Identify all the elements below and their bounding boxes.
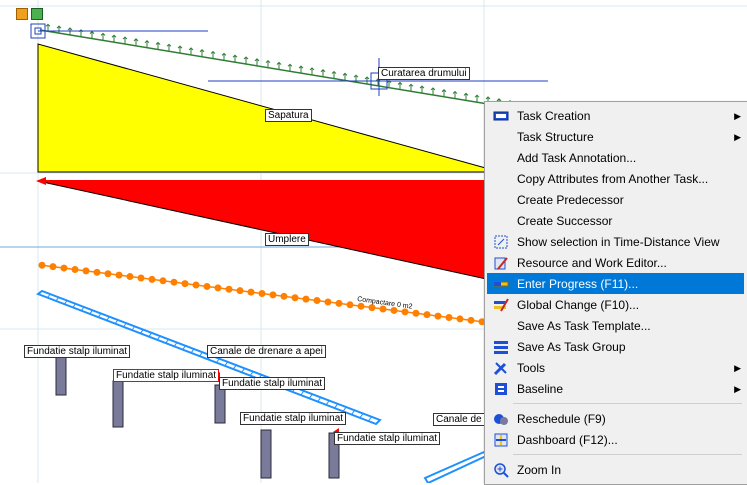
- label-sapatura: Sapatura: [265, 109, 312, 122]
- submenu-arrow-icon: ▶: [734, 132, 741, 142]
- menu-item-create-successor[interactable]: Create Successor: [487, 210, 744, 231]
- menu-item-create-predecessor[interactable]: Create Predecessor: [487, 189, 744, 210]
- menu-item-enter-progress[interactable]: Enter Progress (F11)...: [487, 273, 744, 294]
- task-canale-shape-2[interactable]: [423, 450, 488, 483]
- menu-item-baseline[interactable]: Baseline ▶: [487, 378, 744, 399]
- label-umplere: Umplere: [265, 233, 309, 246]
- label-fundatie-4: Fundatie stalp iluminat: [240, 412, 347, 425]
- menu-item-task-creation[interactable]: Task Creation ▶: [487, 105, 744, 126]
- task-umplere-shape[interactable]: [37, 180, 501, 283]
- green-tool-icon[interactable]: [31, 8, 43, 20]
- menu-item-resource-editor[interactable]: Resource and Work Editor...: [487, 252, 744, 273]
- resource-editor-icon: [493, 255, 509, 271]
- global-change-icon: [493, 297, 509, 313]
- selection-icon: [493, 234, 509, 250]
- menu-item-save-task-group[interactable]: Save As Task Group: [487, 336, 744, 357]
- menu-separator: [513, 403, 742, 404]
- dashboard-icon: [493, 432, 509, 448]
- task-creation-icon: [493, 108, 509, 124]
- menu-item-zoom-in[interactable]: Zoom In: [487, 459, 744, 480]
- orange-tool-icon[interactable]: [16, 8, 28, 20]
- tools-icon: [493, 360, 509, 376]
- menu-item-global-change[interactable]: Global Change (F10)...: [487, 294, 744, 315]
- submenu-arrow-icon: ▶: [734, 111, 741, 121]
- zoom-in-icon: [493, 462, 509, 478]
- label-fundatie-1: Fundatie stalp iluminat: [24, 345, 131, 358]
- reschedule-icon: [493, 411, 509, 427]
- task-sapatura-shape[interactable]: [37, 43, 501, 173]
- task-group-icon: [493, 339, 509, 355]
- context-menu[interactable]: Task Creation ▶ Task Structure ▶ Add Tas…: [484, 101, 747, 485]
- progress-icon: [493, 276, 509, 292]
- label-fundatie-3: Fundatie stalp iluminat: [219, 377, 326, 390]
- menu-item-save-task-template[interactable]: Save As Task Template...: [487, 315, 744, 336]
- label-canale-1: Canale de drenare a apei: [207, 345, 326, 358]
- menu-item-copy-attributes[interactable]: Copy Attributes from Another Task...: [487, 168, 744, 189]
- label-fundatie-2: Fundatie stalp iluminat: [113, 369, 220, 382]
- menu-item-reschedule[interactable]: Reschedule (F9): [487, 408, 744, 429]
- submenu-arrow-icon: ▶: [734, 363, 741, 373]
- menu-item-tools[interactable]: Tools ▶: [487, 357, 744, 378]
- menu-item-show-selection[interactable]: Show selection in Time-Distance View: [487, 231, 744, 252]
- menu-separator: [513, 454, 742, 455]
- label-curatarea: Curatarea drumului: [378, 67, 470, 80]
- menu-item-task-structure[interactable]: Task Structure ▶: [487, 126, 744, 147]
- label-fundatie-5: Fundatie stalp iluminat: [334, 432, 441, 445]
- baseline-icon: [493, 381, 509, 397]
- submenu-arrow-icon: ▶: [734, 384, 741, 394]
- menu-item-add-task-annotation[interactable]: Add Task Annotation...: [487, 147, 744, 168]
- menu-item-dashboard[interactable]: Dashboard (F12)...: [487, 429, 744, 450]
